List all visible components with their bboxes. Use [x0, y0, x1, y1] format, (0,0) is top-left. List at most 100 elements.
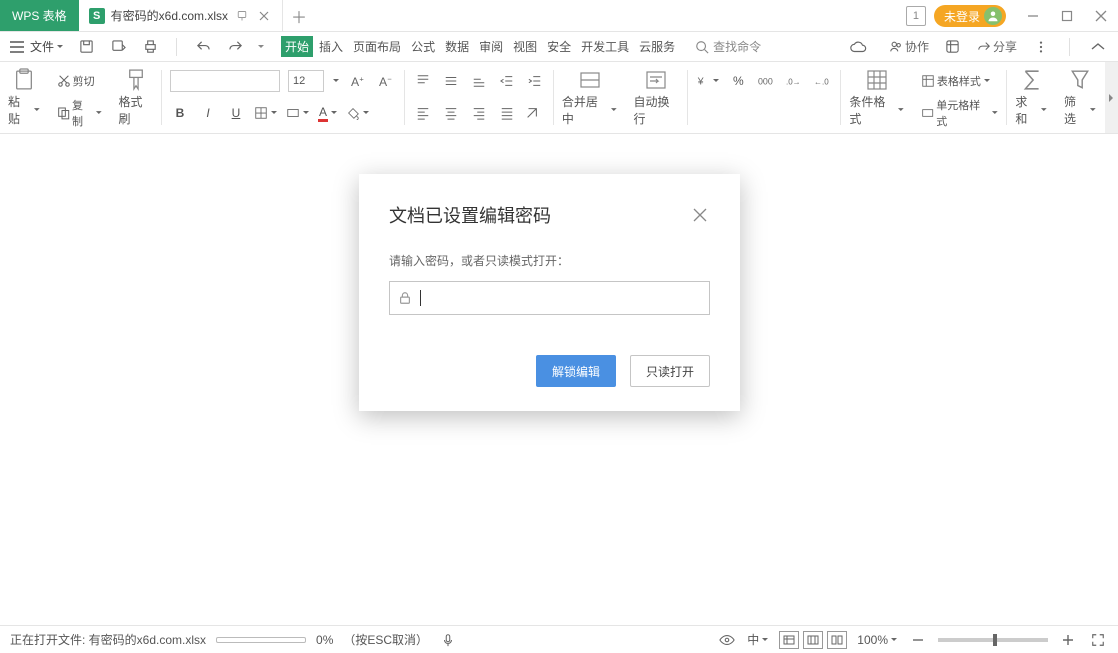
align-center-icon[interactable] [441, 103, 461, 123]
more-menu-icon[interactable] [1031, 37, 1051, 57]
align-middle-icon[interactable] [441, 71, 461, 91]
login-button[interactable]: 未登录 [934, 5, 1006, 27]
align-left-icon[interactable] [413, 103, 433, 123]
sum-button[interactable]: 求和 [1007, 62, 1056, 133]
cell-style-button[interactable]: 单元格样式 [921, 97, 999, 129]
qat-saveas-icon[interactable] [108, 37, 128, 57]
ribbon-tab-cloud[interactable]: 云服务 [635, 36, 679, 57]
document-tab[interactable]: S 有密码的x6d.com.xlsx [79, 0, 283, 31]
copy-button[interactable]: 复制 [57, 97, 103, 129]
orientation-button[interactable] [525, 106, 539, 120]
bold-icon[interactable]: B [170, 103, 190, 123]
zoom-slider[interactable] [938, 638, 1048, 642]
window-close-button[interactable] [1084, 0, 1118, 31]
dialog-close-button[interactable] [690, 205, 710, 225]
conditional-format-button[interactable]: 条件格式 [841, 62, 913, 133]
qat-print-icon[interactable] [140, 37, 160, 57]
file-menu[interactable]: 文件 [30, 38, 64, 55]
login-label: 未登录 [944, 8, 980, 25]
merge-icon [579, 69, 601, 91]
align-justify-icon[interactable] [497, 103, 517, 123]
zoom-level[interactable]: 100% [857, 633, 898, 647]
paste-button[interactable]: 粘贴 [8, 93, 41, 127]
clipboard-icon[interactable] [13, 68, 35, 91]
ribbon-tab-review[interactable]: 审阅 [475, 36, 507, 57]
ribbon-tab-view[interactable]: 视图 [509, 36, 541, 57]
fill-color-button[interactable] [346, 106, 370, 120]
ribbon-tab-insert[interactable]: 插入 [315, 36, 347, 57]
thousands-icon[interactable]: 000 [756, 71, 776, 91]
filter-button[interactable]: 筛选 [1056, 62, 1105, 133]
qat-undo-icon[interactable] [193, 37, 213, 57]
lock-icon [398, 291, 412, 305]
increase-decimal-icon[interactable]: .0→ [784, 71, 804, 91]
underline-icon[interactable]: U [226, 103, 246, 123]
fullscreen-icon[interactable] [1088, 630, 1108, 650]
align-bottom-icon[interactable] [469, 71, 489, 91]
zoom-in-button[interactable] [1058, 630, 1078, 650]
ribbon-tab-start[interactable]: 开始 [281, 36, 313, 57]
window-maximize-button[interactable] [1050, 0, 1084, 31]
share-button[interactable]: 分享 [977, 38, 1017, 55]
ribbon-tab-page-layout[interactable]: 页面布局 [349, 36, 405, 57]
style-button[interactable] [286, 106, 310, 120]
workspace: 文档已设置编辑密码 请输入密码，或者只读模式打开： 解锁编辑 只读打开 [0, 134, 1118, 625]
align-top-icon[interactable] [413, 71, 433, 91]
open-readonly-button[interactable]: 只读打开 [630, 355, 710, 387]
grid-icon [866, 69, 888, 91]
format-painter-group[interactable]: 格式刷 [111, 62, 161, 133]
window-minimize-button[interactable] [1016, 0, 1050, 31]
currency-button[interactable]: ¥ [696, 74, 720, 88]
chevron-down-icon[interactable] [332, 77, 340, 85]
wrap-text-button[interactable]: 自动换行 [625, 62, 687, 133]
font-name-combo[interactable] [170, 70, 280, 92]
share-icon [977, 40, 991, 54]
decrease-decimal-icon[interactable]: ←.0 [812, 71, 832, 91]
view-break-icon[interactable] [827, 631, 847, 649]
cut-button[interactable]: 剪切 [57, 73, 95, 89]
border-button[interactable] [254, 106, 278, 120]
svg-text:.0→: .0→ [786, 78, 801, 87]
command-search[interactable]: 查找命令 [695, 38, 761, 55]
password-input[interactable] [389, 281, 710, 315]
indent-decrease-icon[interactable] [497, 71, 517, 91]
ime-indicator[interactable]: 中 [747, 631, 769, 648]
scissors-icon [57, 74, 71, 88]
app-menu-button[interactable] [10, 41, 24, 53]
view-page-icon[interactable] [803, 631, 823, 649]
cloud-sync-icon[interactable] [849, 40, 867, 54]
ribbon-tab-security[interactable]: 安全 [543, 36, 575, 57]
collab-button[interactable]: 协作 [889, 38, 929, 55]
decrease-font-icon[interactable]: A− [376, 71, 396, 91]
unlock-edit-button[interactable]: 解锁编辑 [536, 355, 616, 387]
ribbon: 粘贴 剪切 复制 格式刷 12 A+ A− B I U A [0, 62, 1118, 134]
svg-text:−: − [388, 74, 393, 83]
ribbon-tab-data[interactable]: 数据 [441, 36, 473, 57]
zoom-out-button[interactable] [908, 630, 928, 650]
table-style-button[interactable]: 表格样式 [921, 73, 991, 89]
ribbon-expand-handle[interactable] [1105, 62, 1118, 133]
eye-icon[interactable] [717, 630, 737, 650]
qat-more-icon[interactable] [257, 43, 265, 51]
percent-icon[interactable]: % [728, 71, 748, 91]
align-right-icon[interactable] [469, 103, 489, 123]
ribbon-tab-devtools[interactable]: 开发工具 [577, 36, 633, 57]
collapse-ribbon-icon[interactable] [1088, 37, 1108, 57]
tab-pin-icon[interactable] [234, 8, 250, 24]
indent-increase-icon[interactable] [525, 71, 545, 91]
increase-font-icon[interactable]: A+ [348, 71, 368, 91]
window-count-indicator[interactable]: 1 [906, 6, 926, 26]
font-color-button[interactable]: A [318, 105, 338, 122]
link-icon[interactable] [943, 37, 963, 57]
mic-icon[interactable] [438, 630, 458, 650]
ribbon-tab-formula[interactable]: 公式 [407, 36, 439, 57]
view-normal-icon[interactable] [779, 631, 799, 649]
font-size-combo[interactable]: 12 [288, 70, 324, 92]
wrap-icon [645, 69, 667, 91]
new-tab-button[interactable]: ＋ [283, 0, 315, 31]
italic-icon[interactable]: I [198, 103, 218, 123]
qat-save-icon[interactable] [76, 37, 96, 57]
tab-close-icon[interactable] [256, 8, 272, 24]
merge-center-button[interactable]: 合并居中 [554, 62, 626, 133]
qat-redo-icon[interactable] [225, 37, 245, 57]
